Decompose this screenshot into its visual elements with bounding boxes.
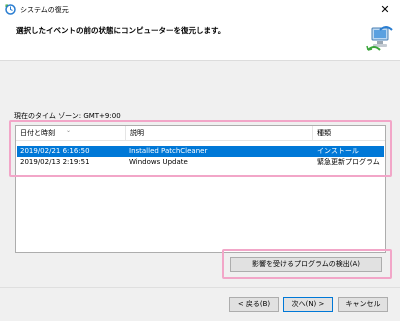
table-row[interactable]: 2019/02/13 2:19:51 Windows Update 緊急更新プロ…	[17, 157, 384, 168]
row-description: Installed PatchCleaner	[129, 147, 208, 155]
restore-point-list[interactable]: ⌄ 日付と時刻 説明 種類 2019/02/21 6:16:50 Install…	[15, 125, 386, 253]
column-label-type: 種類	[317, 129, 331, 137]
table-row[interactable]: 2019/02/21 6:16:50 Installed PatchCleane…	[17, 146, 384, 157]
row-type: インストール	[317, 147, 359, 155]
row-type: 緊急更新プログラム	[317, 158, 380, 166]
column-label-description: 説明	[130, 129, 144, 137]
sort-chevron-icon: ⌄	[66, 127, 72, 134]
instruction-text: 選択したイベントの前の状態にコンピューターを復元します。	[16, 26, 226, 35]
title-bar: システムの復元 ✕	[0, 0, 400, 20]
back-button[interactable]: < 戻る(B)	[229, 297, 279, 312]
computer-restore-icon	[366, 26, 393, 51]
row-description: Windows Update	[129, 158, 188, 166]
window-title: システムの復元	[20, 6, 69, 14]
wizard-header: 選択したイベントの前の状態にコンピューターを復元します。	[0, 20, 400, 60]
cancel-button[interactable]: キャンセル	[338, 297, 388, 312]
row-date: 2019/02/13 2:19:51	[20, 158, 90, 166]
timezone-label: 現在のタイム ゾーン: GMT+9:00	[14, 112, 121, 120]
column-header-date[interactable]: ⌄ 日付と時刻	[16, 126, 126, 141]
column-label-date: 日付と時刻	[20, 129, 55, 137]
scan-affected-programs-button[interactable]: 影響を受けるプログラムの検出(A)	[230, 257, 382, 272]
next-button[interactable]: 次へ(N) >	[283, 297, 333, 312]
list-header: ⌄ 日付と時刻 説明 種類	[16, 126, 385, 141]
system-restore-icon	[5, 4, 16, 15]
column-header-description[interactable]: 説明	[126, 126, 313, 141]
row-date: 2019/02/21 6:16:50	[20, 147, 90, 155]
column-header-type[interactable]: 種類	[313, 126, 385, 141]
close-icon[interactable]: ✕	[377, 2, 393, 18]
